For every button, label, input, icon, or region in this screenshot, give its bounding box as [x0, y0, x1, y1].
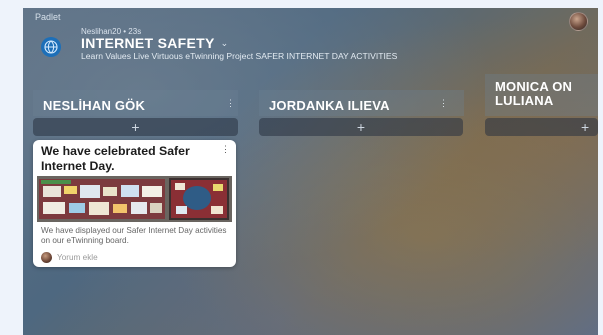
- board-subtitle: Learn Values Live Virtuous eTwinning Pro…: [81, 51, 398, 61]
- column-label: NESLİHAN GÖK: [43, 98, 146, 113]
- more-vertical-icon[interactable]: ⋮: [221, 144, 230, 155]
- user-avatar: [41, 252, 52, 263]
- board-title[interactable]: INTERNET SAFETY ⌄: [81, 35, 228, 51]
- chevron-down-icon[interactable]: ⌄: [221, 38, 229, 49]
- comment-row[interactable]: Yorum ekle: [41, 252, 98, 263]
- column-header-neslihan[interactable]: NESLİHAN GÖK ⋮: [33, 90, 238, 116]
- more-vertical-icon[interactable]: ⋮: [439, 98, 448, 109]
- column-label-line2: LULIANA: [495, 93, 554, 108]
- post-image[interactable]: [37, 176, 232, 222]
- plus-icon: +: [581, 119, 590, 135]
- board-title-text: INTERNET SAFETY: [81, 35, 215, 51]
- more-vertical-icon[interactable]: ⋮: [226, 98, 235, 109]
- add-post-button[interactable]: +: [485, 118, 598, 136]
- column-label: JORDANKA ILIEVA: [269, 98, 390, 113]
- post-card[interactable]: We have celebrated Safer Internet Day. ⋮: [33, 140, 236, 267]
- column-label-line1: MONICA ON: [495, 79, 573, 94]
- add-comment-link[interactable]: Yorum ekle: [57, 253, 98, 262]
- globe-icon: [41, 37, 61, 57]
- post-description: We have displayed our Safer Internet Day…: [41, 226, 227, 245]
- add-post-button[interactable]: +: [259, 118, 463, 136]
- add-post-button[interactable]: +: [33, 118, 238, 136]
- app-name: Padlet: [35, 12, 61, 22]
- user-avatar[interactable]: [569, 12, 588, 31]
- post-title: We have celebrated Safer Internet Day.: [41, 144, 190, 173]
- column-header-jordanka[interactable]: JORDANKA ILIEVA ⋮: [259, 90, 464, 116]
- column-header-monica[interactable]: MONICA ON LULIANA: [485, 74, 598, 116]
- padlet-board: Padlet Neslihan20 • 23s INTERNET SAFETY …: [23, 8, 598, 335]
